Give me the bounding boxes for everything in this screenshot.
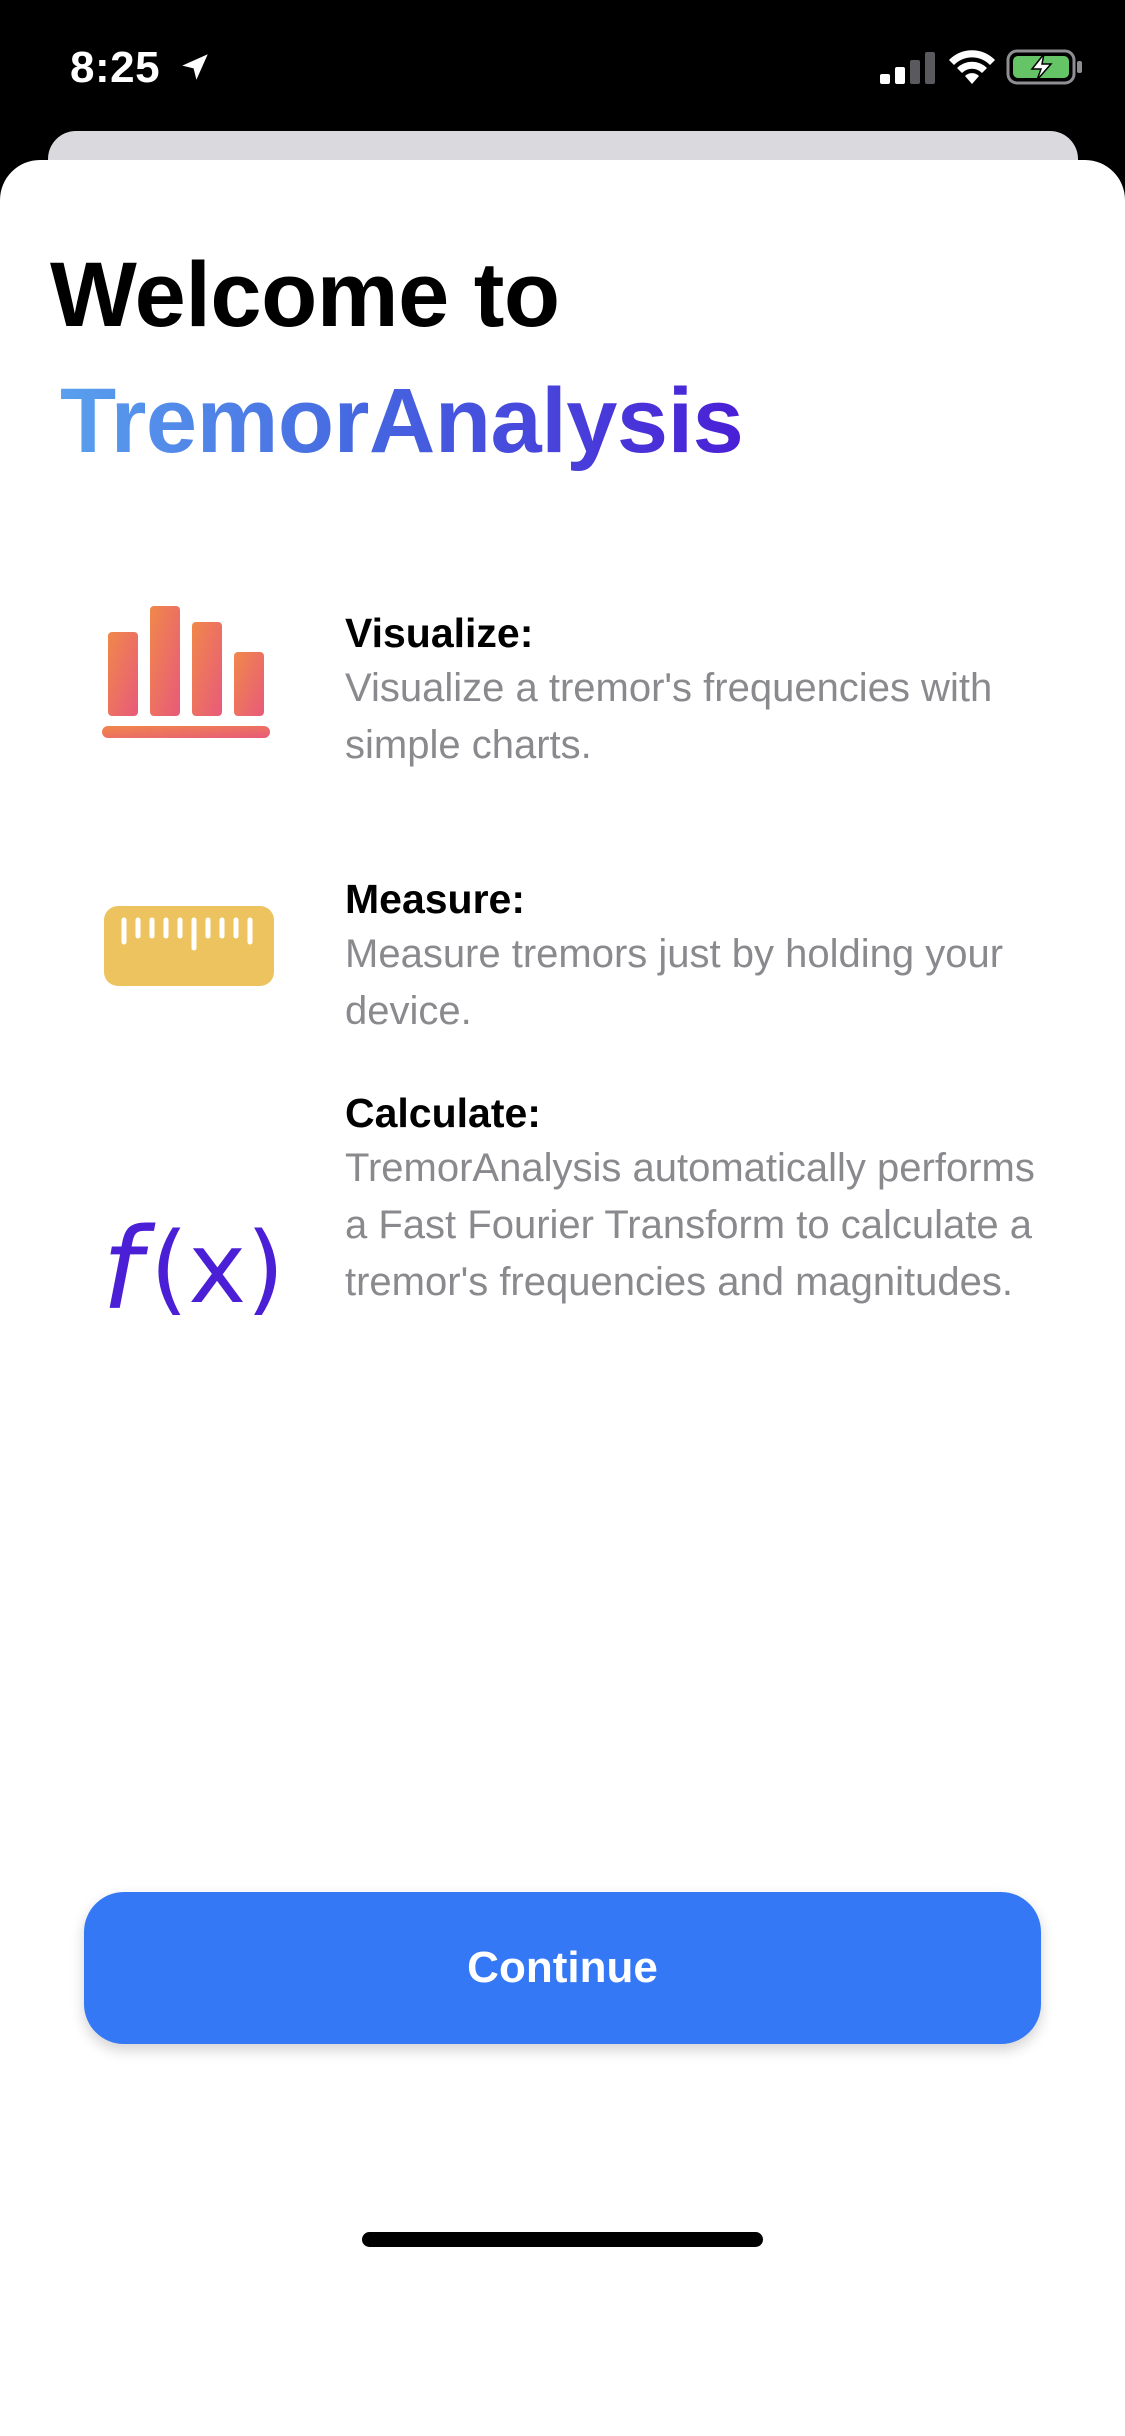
- bar-chart-icon: [102, 606, 270, 738]
- feature-measure-text: Measure: Measure tremors just by holding…: [345, 872, 1065, 1040]
- svg-text:(x): (x): [150, 1212, 280, 1326]
- battery-charging-icon: [1006, 49, 1082, 85]
- feature-description: Measure tremors just by holding your dev…: [345, 932, 1004, 1033]
- status-bar: 8:25: [0, 0, 1125, 135]
- feature-title: Calculate:: [345, 1090, 541, 1136]
- cellular-signal-icon: [880, 52, 935, 84]
- onboarding-sheet: Welcome to TremorAnalysis Visualize: Vis…: [0, 160, 1125, 2436]
- feature-title: Measure:: [345, 876, 526, 922]
- status-time: 8:25: [70, 43, 161, 92]
- feature-visualize-text: Visualize: Visualize a tremor's frequenc…: [345, 606, 1065, 774]
- app-name-title: TremorAnalysis: [60, 366, 744, 476]
- svg-text:f: f: [102, 1205, 156, 1335]
- continue-button[interactable]: Continue: [84, 1892, 1041, 2044]
- feature-description: Visualize a tremor's frequencies with si…: [345, 666, 993, 767]
- feature-description: TremorAnalysis automatically performs a …: [345, 1146, 1035, 1304]
- function-icon: f (x): [102, 1205, 280, 1335]
- location-arrow-icon: [182, 54, 208, 80]
- feature-title: Visualize:: [345, 610, 534, 656]
- wifi-icon: [949, 50, 995, 84]
- ruler-icon: [104, 906, 274, 986]
- welcome-title: Welcome to: [50, 244, 560, 346]
- home-indicator[interactable]: [362, 2232, 763, 2247]
- feature-calculate-text: Calculate: TremorAnalysis automatically …: [345, 1086, 1065, 1311]
